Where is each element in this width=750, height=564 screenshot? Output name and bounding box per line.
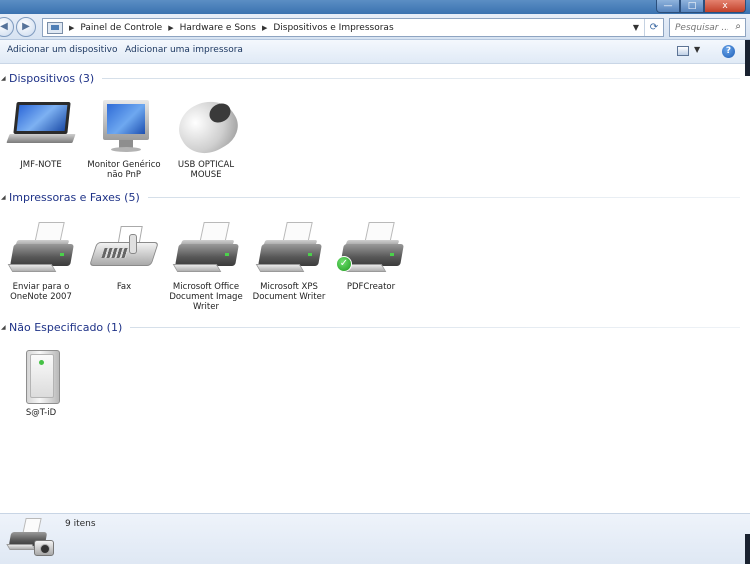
add-device-button[interactable]: Adicionar um dispositivo <box>7 45 117 55</box>
back-button[interactable]: ◀ <box>0 17 14 37</box>
device-item-usb-mouse[interactable]: USB OPTICAL MOUSE <box>165 90 247 180</box>
devices-printers-icon <box>6 518 54 560</box>
breadcrumb-separator-icon[interactable]: ▶ <box>69 24 74 32</box>
window-controls: — □ x <box>656 0 746 14</box>
printer-item-office-document-image-writer[interactable]: Microsoft Office Document Image Writer <box>165 220 247 312</box>
group-title: Impressoras e Faxes (5) <box>9 190 140 204</box>
camera-icon <box>34 540 54 556</box>
printer-label: Microsoft Office Document Image Writer <box>169 282 243 312</box>
control-panel-icon <box>47 21 63 34</box>
printer-label: Microsoft XPS Document Writer <box>252 282 326 302</box>
collapse-triangle-icon[interactable]: ◢ <box>1 194 9 201</box>
group-divider <box>147 196 740 198</box>
item-count: 9 itens <box>65 519 96 529</box>
printer-item-fax[interactable]: Fax <box>83 220 165 292</box>
help-icon[interactable]: ? <box>722 45 735 58</box>
device-item-jmf-note[interactable]: JMF-NOTE <box>0 98 82 170</box>
printer-icon <box>254 220 324 280</box>
printer-label: Fax <box>116 282 132 292</box>
computer-tower-icon <box>6 346 76 406</box>
refresh-button[interactable]: ⟳ <box>644 19 663 36</box>
device-label: JMF-NOTE <box>20 160 62 170</box>
forward-button[interactable]: ▶ <box>16 17 36 37</box>
group-header-printers[interactable]: ◢ Impressoras e Faxes (5) <box>0 190 740 204</box>
add-printer-button[interactable]: Adicionar uma impressora <box>125 45 243 55</box>
fax-icon <box>89 220 159 280</box>
back-arrow-icon: ◀ <box>0 21 8 32</box>
printer-icon <box>171 220 241 280</box>
search-box[interactable]: ⌕ <box>669 18 746 37</box>
default-printer-check-icon: ✓ <box>336 256 352 272</box>
breadcrumb-separator-icon[interactable]: ▶ <box>168 24 173 32</box>
collapse-triangle-icon[interactable]: ◢ <box>1 324 9 331</box>
minimize-button[interactable]: — <box>656 0 680 13</box>
maximize-button[interactable]: □ <box>680 0 704 13</box>
address-bar[interactable]: ▶ Painel de Controle ▶ Hardware e Sons ▶… <box>42 18 664 37</box>
mouse-icon <box>170 90 246 164</box>
device-label: USB OPTICAL MOUSE <box>177 160 235 180</box>
command-bar: Adicionar um dispositivo Adicionar uma i… <box>0 40 750 64</box>
search-input[interactable] <box>670 19 728 36</box>
address-dropdown-button[interactable]: ▼ <box>629 19 643 36</box>
forward-arrow-icon: ▶ <box>22 21 30 32</box>
laptop-icon <box>6 98 76 158</box>
printer-label: Enviar para o OneNote 2007 <box>10 282 72 302</box>
printer-item-xps-document-writer[interactable]: Microsoft XPS Document Writer <box>248 220 330 302</box>
printer-label: PDFCreator <box>346 282 396 292</box>
status-bar: 9 itens <box>0 513 750 564</box>
address-row: ◀ ▶ ▶ Painel de Controle ▶ Hardware e So… <box>0 14 750 40</box>
breadcrumb-hardware-sound[interactable]: Hardware e Sons <box>180 23 256 33</box>
printer-item-pdfcreator[interactable]: ✓ PDFCreator <box>330 220 412 292</box>
group-header-devices[interactable]: ◢ Dispositivos (3) <box>0 71 740 85</box>
group-title: Não Especificado (1) <box>9 320 123 334</box>
group-divider <box>130 326 740 328</box>
search-icon[interactable]: ⌕ <box>735 21 741 32</box>
device-label: Monitor Genérico não PnP <box>87 160 161 180</box>
printer-icon: ✓ <box>336 220 406 280</box>
window-title-bar: — □ x <box>0 0 750 14</box>
printer-icon <box>6 220 76 280</box>
group-header-unspecified[interactable]: ◢ Não Especificado (1) <box>0 320 740 334</box>
window-edge <box>745 40 750 76</box>
view-dropdown-icon[interactable]: ▼ <box>694 45 700 54</box>
breadcrumb-devices-printers[interactable]: Dispositivos e Impressoras <box>273 23 393 33</box>
breadcrumb-control-panel[interactable]: Painel de Controle <box>80 23 162 33</box>
change-view-icon[interactable] <box>677 46 689 56</box>
breadcrumb-separator-icon[interactable]: ▶ <box>262 24 267 32</box>
group-divider <box>102 77 740 79</box>
printer-item-onenote[interactable]: Enviar para o OneNote 2007 <box>0 220 82 302</box>
device-item-s-at-t-id[interactable]: S@T-iD <box>0 346 82 418</box>
close-button[interactable]: x <box>704 0 746 13</box>
device-item-monitor[interactable]: Monitor Genérico não PnP <box>83 98 165 180</box>
device-label: S@T-iD <box>25 408 57 418</box>
window-edge <box>745 534 750 564</box>
collapse-triangle-icon[interactable]: ◢ <box>1 75 9 82</box>
monitor-icon <box>89 98 159 158</box>
group-title: Dispositivos (3) <box>9 71 95 85</box>
